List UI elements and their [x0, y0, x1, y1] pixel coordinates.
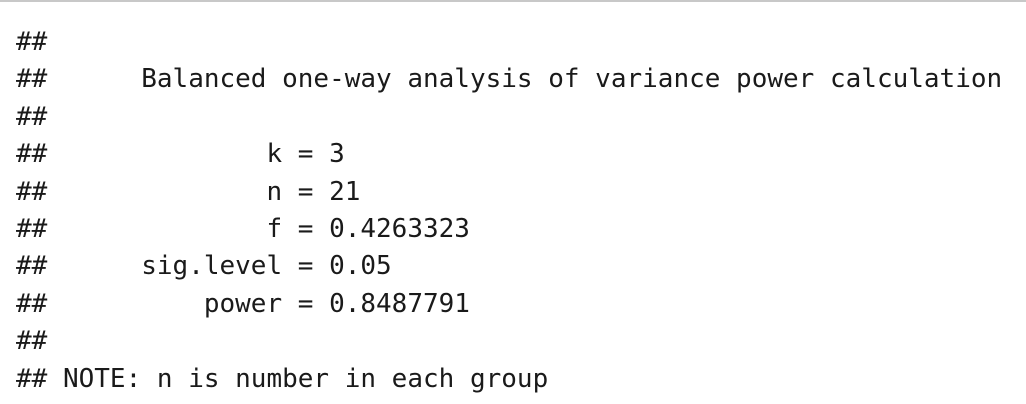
output-line-f: ## f = 0.4263323: [16, 211, 1002, 248]
comment-prefix: ##: [16, 213, 48, 244]
param-f: f = 0.4263323: [47, 213, 470, 244]
output-line-9: ##: [16, 323, 1002, 360]
comment-prefix: ##: [16, 64, 48, 95]
param-n: n = 21: [47, 176, 361, 207]
comment-prefix: ##: [16, 288, 48, 319]
output-line-1: ##: [16, 24, 1002, 61]
output-line-power: ## power = 0.8487791: [16, 286, 1002, 323]
param-sig-level: sig.level = 0.05: [47, 251, 392, 282]
comment-prefix: ##: [16, 101, 48, 132]
comment-prefix: ##: [16, 363, 48, 394]
comment-prefix: ##: [16, 139, 48, 170]
output-line-note: ## NOTE: n is number in each group: [16, 361, 1002, 398]
output-line-k: ## k = 3: [16, 136, 1002, 173]
param-power: power = 0.8487791: [47, 288, 470, 319]
output-line-3: ##: [16, 99, 1002, 136]
comment-prefix: ##: [16, 326, 48, 357]
output-line-n: ## n = 21: [16, 174, 1002, 211]
power-calculation-title: Balanced one-way analysis of variance po…: [47, 64, 1003, 95]
note-text: NOTE: n is number in each group: [47, 363, 549, 394]
output-line-title: ## Balanced one-way analysis of variance…: [16, 61, 1002, 98]
console-output-panel: ## ## Balanced one-way analysis of varian…: [0, 0, 1026, 404]
param-k: k = 3: [47, 139, 345, 170]
r-output-block: ## ## Balanced one-way analysis of varian…: [16, 24, 1002, 398]
comment-prefix: ##: [16, 176, 48, 207]
comment-prefix: ##: [16, 27, 48, 57]
comment-prefix: ##: [16, 251, 48, 282]
output-line-sig-level: ## sig.level = 0.05: [16, 248, 1002, 285]
